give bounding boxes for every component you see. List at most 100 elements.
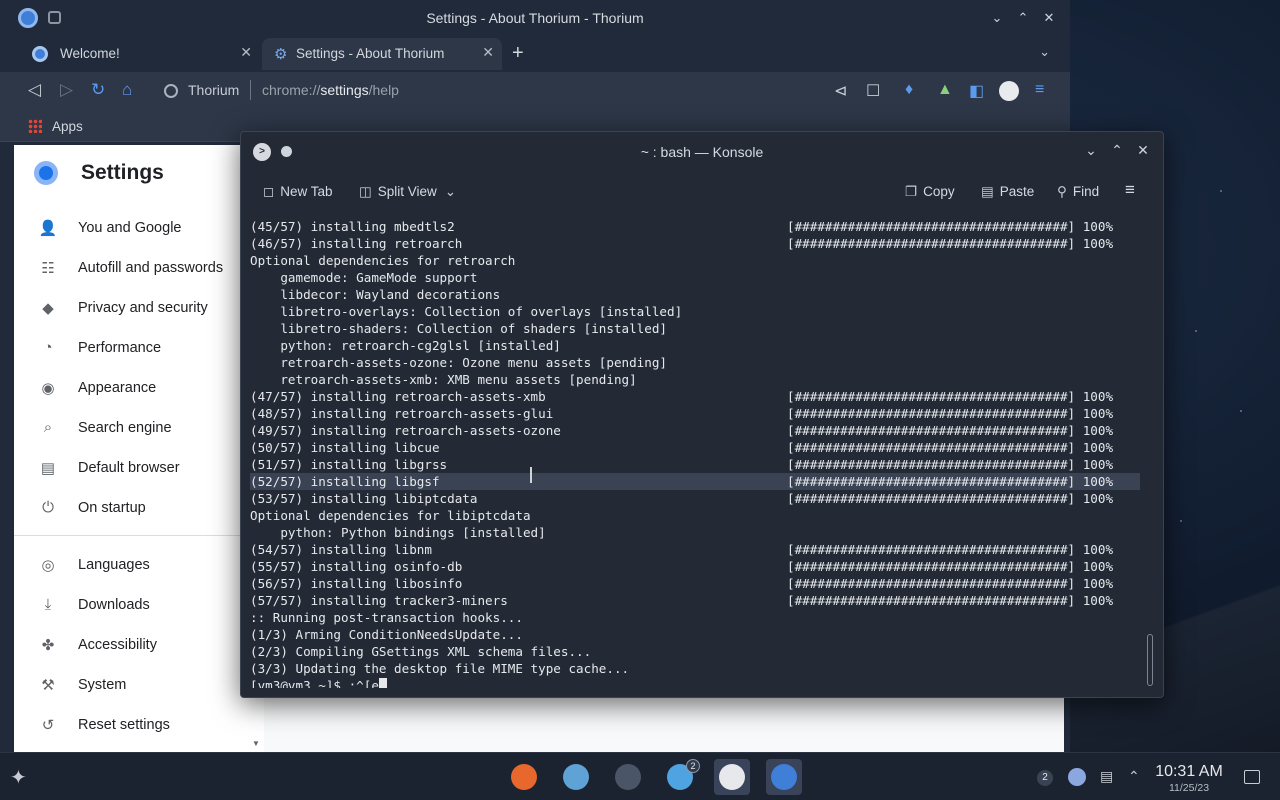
tab-label: Settings - About Thorium: [296, 46, 445, 61]
system-settings-icon: [615, 764, 641, 790]
side-panel-icon[interactable]: ◧: [969, 81, 984, 101]
sidebar-scroll-down-icon[interactable]: ▼: [252, 739, 260, 748]
close-tab-icon[interactable]: ✕: [482, 44, 494, 61]
hamburger-menu-icon[interactable]: ≡: [1125, 180, 1135, 200]
apps-grid-icon[interactable]: [28, 119, 42, 133]
copy-icon: ❐: [905, 184, 918, 199]
terminal-line: libretro-shaders: Collection of shaders …: [250, 321, 668, 336]
progress-bar-text: [####################################] 1…: [787, 406, 1114, 421]
shield-icon: ◆: [42, 300, 54, 317]
taskbar-system-settings-button[interactable]: [610, 759, 646, 795]
sidebar-item-label: You and Google: [78, 220, 182, 236]
text-cursor-ibeam: [530, 467, 532, 483]
labs-flask-icon[interactable]: ▲: [937, 81, 953, 99]
sidebar-item-reset-settings[interactable]: ↺ Reset settings: [14, 710, 250, 742]
sidebar-item-default-browser[interactable]: ▤ Default browser: [14, 453, 250, 485]
profile-avatar[interactable]: [999, 81, 1019, 101]
konsole-minimize-button[interactable]: ⌄: [1081, 142, 1101, 159]
sidebar-item-autofill-and-passwords[interactable]: ☷ Autofill and passwords: [14, 253, 250, 285]
progress-bar-text: [####################################] 1…: [787, 474, 1114, 489]
progress-bar-text: [####################################] 1…: [787, 542, 1114, 557]
terminal-line: gamemode: GameMode support: [250, 270, 478, 285]
terminal-scrollbar[interactable]: [1147, 634, 1153, 686]
sidebar-item-label: Appearance: [78, 380, 157, 396]
sidebar-item-label: Downloads: [78, 597, 150, 613]
terminal-prompt[interactable]: [vm3@vm3 ~]$ :^[e: [250, 677, 1140, 688]
sidebar-item-performance[interactable]: ◔ Performance: [14, 333, 250, 365]
tab-search-chevron-icon[interactable]: ⌄: [1039, 44, 1050, 60]
progress-bar-text: [####################################] 1…: [787, 593, 1114, 608]
notification-count-badge[interactable]: 2: [1037, 770, 1053, 786]
copy-button[interactable]: ❐ Copy: [905, 184, 955, 200]
new-tab-button[interactable]: ◻ New Tab: [263, 184, 333, 200]
tab-settings[interactable]: ⚙ Settings - About Thorium ✕: [262, 38, 502, 70]
paste-button[interactable]: ▤ Paste: [981, 184, 1034, 200]
firefox-icon: [511, 764, 537, 790]
site-info-icon[interactable]: [164, 84, 178, 98]
sidebar-item-appearance[interactable]: ◉ Appearance: [14, 373, 250, 405]
sidebar-item-label: Performance: [78, 340, 162, 356]
new-tab-icon: ◻: [263, 184, 275, 199]
konsole-maximize-button[interactable]: ⌃: [1107, 142, 1127, 159]
taskbar-firefox-button[interactable]: [506, 759, 542, 795]
taskbar-discover-shop-button[interactable]: 2: [662, 759, 700, 795]
find-button[interactable]: ⚲ Find: [1057, 184, 1099, 200]
sidebar-item-system[interactable]: ⚒ System: [14, 670, 250, 702]
progress-bar-text: [####################################] 1…: [787, 457, 1114, 472]
extensions-icon[interactable]: ♦: [905, 81, 913, 99]
clock-time[interactable]: 10:31 AM: [1150, 763, 1228, 781]
share-icon[interactable]: ⊲: [834, 81, 847, 101]
apps-bookmark[interactable]: Apps: [52, 119, 83, 134]
thorium-logo-icon: [34, 161, 58, 185]
terminal-line: (2/3) Compiling GSettings XML schema fil…: [250, 643, 1140, 660]
tray-app-icon[interactable]: [1068, 768, 1086, 786]
konsole-close-button[interactable]: ✕: [1133, 142, 1153, 159]
reset-icon: ↺: [41, 717, 55, 734]
browser-titlebar[interactable]: Settings - About Thorium - Thorium ⌄ ⌃ ✕: [0, 0, 1070, 36]
sidebar-item-privacy-and-security[interactable]: ◆ Privacy and security: [14, 293, 250, 325]
sidebar-item-on-startup[interactable]: ⏻ On startup: [14, 493, 250, 525]
sidebar-item-search-engine[interactable]: ⌕ Search engine: [14, 413, 250, 445]
terminal-cursor: [378, 678, 387, 688]
taskbar-thorium-button[interactable]: [766, 759, 802, 795]
progress-bar-text: [####################################] 1…: [787, 491, 1114, 506]
bookmark-icon[interactable]: ☐: [866, 81, 880, 101]
address-bar[interactable]: Thorium chrome://settings/help: [152, 76, 892, 106]
forward-button[interactable]: ▷: [60, 80, 73, 100]
konsole-toolbar: ◻ New Tab ◫ Split View ⌄ ❐ Copy ▤ Paste ⚲ Find…: [241, 174, 1163, 212]
tab-welcome[interactable]: Welcome! ✕: [14, 38, 260, 70]
terminal-line: (52/57) installing libgsf [##############…: [250, 473, 1140, 490]
sidebar-item-downloads[interactable]: ⤓ Downloads: [14, 590, 250, 622]
thorium-icon: [771, 764, 797, 790]
gear-icon: ⚙: [274, 46, 288, 63]
taskbar: ✦ 2 2 ▤ ⌃ 10:31 AM 11/25/23: [0, 752, 1280, 800]
sidebar-item-languages[interactable]: ◎ Languages: [14, 550, 250, 582]
show-desktop-icon[interactable]: [1244, 770, 1260, 784]
close-button[interactable]: ✕: [1039, 8, 1059, 28]
terminal-line: libretro-overlays: Collection of overlay…: [250, 304, 683, 319]
terminal-output[interactable]: (45/57) installing mbedtls2 [############…: [250, 218, 1140, 688]
terminal-line: Optional dependencies for retroarch: [250, 253, 516, 268]
site-chip: Thorium: [188, 82, 240, 98]
close-tab-icon[interactable]: ✕: [240, 44, 252, 61]
minimize-button[interactable]: ⌄: [987, 8, 1007, 28]
url-text: chrome://settings/help: [262, 82, 399, 98]
sidebar-item-you-and-google[interactable]: 👤 You and Google: [14, 213, 250, 245]
taskbar-files-button[interactable]: [558, 759, 594, 795]
tray-expand-chevron-icon[interactable]: ⌃: [1128, 768, 1140, 785]
application-launcher-icon[interactable]: ✦: [10, 765, 27, 790]
split-view-button[interactable]: ◫ Split View ⌄: [359, 184, 462, 200]
sidebar-item-accessibility[interactable]: ✤ Accessibility: [14, 630, 250, 662]
back-button[interactable]: ◁: [28, 80, 41, 100]
new-tab-button[interactable]: +: [512, 42, 524, 65]
clock-date[interactable]: 11/25/23: [1150, 782, 1228, 794]
clipboard-icon[interactable]: ▤: [1100, 768, 1113, 785]
menu-icon[interactable]: ≡: [1035, 81, 1044, 99]
home-button[interactable]: ⌂: [122, 80, 132, 100]
taskbar-konsole-button[interactable]: [714, 759, 750, 795]
maximize-button[interactable]: ⌃: [1013, 8, 1033, 28]
terminal-line: libdecor: Wayland decorations: [250, 287, 501, 302]
reload-button[interactable]: ↻: [91, 80, 105, 100]
address-separator: [250, 80, 251, 100]
terminal-line: (46/57) installing retroarch [###########…: [250, 236, 1114, 251]
